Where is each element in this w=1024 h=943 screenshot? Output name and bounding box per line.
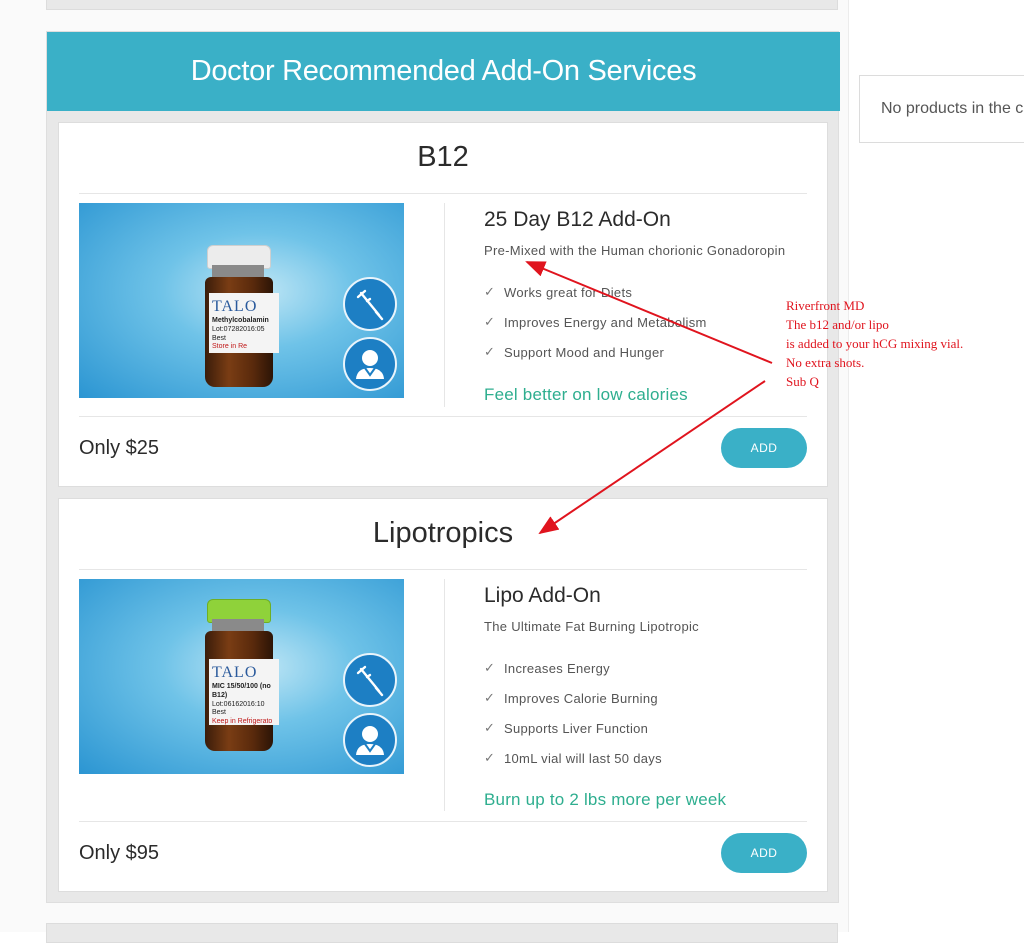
next-section-edge xyxy=(46,923,838,943)
add-on-services-section: Doctor Recommended Add-On Services B12 T… xyxy=(46,31,840,903)
cart-empty-message: No products in the cart. xyxy=(881,100,1024,117)
syringe-icon[interactable] xyxy=(343,653,397,707)
feature-item: ✓ Support Mood and Hunger xyxy=(484,344,665,360)
annotation-line: The b12 and/or lipo xyxy=(786,317,889,332)
annotation-line: No extra shots. xyxy=(786,355,865,370)
check-icon: ✓ xyxy=(484,660,496,675)
product-name: Lipo Add-On xyxy=(484,584,601,607)
vial-brand: TALO xyxy=(212,298,258,315)
product-price: Only $95 xyxy=(79,842,160,864)
vial-label: TALO Methylcobalamin Lot:07282016:05 Bes… xyxy=(209,293,279,353)
product-subtitle: The Ultimate Fat Burning Lipotropic xyxy=(484,619,699,634)
vertical-divider xyxy=(444,579,445,811)
check-icon: ✓ xyxy=(484,720,496,735)
syringe-icon[interactable] xyxy=(343,277,397,331)
feature-item: ✓ Supports Liver Function xyxy=(484,720,649,736)
product-tagline: Burn up to 2 lbs more per week xyxy=(484,790,727,809)
check-icon: ✓ xyxy=(484,314,496,329)
feature-item: ✓ Improves Energy and Metabolism xyxy=(484,314,707,330)
vertical-divider xyxy=(444,203,445,407)
doctor-icon[interactable] xyxy=(343,337,397,391)
section-title: Doctor Recommended Add-On Services xyxy=(47,32,840,111)
check-icon: ✓ xyxy=(484,284,496,299)
vial-label-line: Store in Re xyxy=(212,343,248,351)
product-name: 25 Day B12 Add-On xyxy=(484,208,671,231)
feature-item: ✓ Increases Energy xyxy=(484,660,610,676)
vial-label-line: Keep in Refrigerato xyxy=(212,718,273,725)
vial-label-line: Methylcobalamin xyxy=(212,317,269,324)
product-card-b12: B12 TALO Methylcobalamin Lot:07282016:05… xyxy=(58,122,828,487)
vial-brand: TALO xyxy=(212,664,258,681)
product-heading: B12 xyxy=(79,141,807,194)
feature-item: ✓ Works great for Diets xyxy=(484,284,633,300)
doctor-icon[interactable] xyxy=(343,713,397,767)
annotation-line: Riverfront MD xyxy=(786,298,865,313)
vial-label: TALO MIC 15/50/100 (no B12) Lot:06162016… xyxy=(209,659,279,725)
check-icon: ✓ xyxy=(484,344,496,359)
feature-list: ✓ Increases Energy ✓ Improves Calorie Burn… xyxy=(484,653,662,773)
add-lipotropics-button[interactable]: ADD xyxy=(721,833,807,873)
annotation-line: is added to your hCG mixing vial. xyxy=(786,336,964,351)
product-image: TALO Methylcobalamin Lot:07282016:05 Bes… xyxy=(79,203,404,398)
previous-section-edge xyxy=(46,0,838,10)
card-footer: Only $25 ADD xyxy=(79,416,807,487)
feature-list: ✓ Works great for Diets ✓ Improves Energy … xyxy=(484,277,707,367)
vial-label-line: Lot:07282016:05 Best xyxy=(212,325,265,342)
product-subtitle: Pre-Mixed with the Human chorionic Gonad… xyxy=(484,243,786,258)
card-footer: Only $95 ADD xyxy=(79,821,807,892)
feature-item: ✓ 10mL vial will last 50 days xyxy=(484,750,662,766)
annotation-note: Riverfront MD The b12 and/or lipo is add… xyxy=(786,296,963,391)
product-card-lipotropics: Lipotropics TALO MIC 15/50/100 (no B12) … xyxy=(58,498,828,892)
cart-widget: No products in the cart. xyxy=(859,75,1024,143)
vial-label-line: Lot:06162016:10 Best xyxy=(212,700,265,717)
annotation-line: Sub Q xyxy=(786,374,819,389)
feature-item: ✓ Improves Calorie Burning xyxy=(484,690,658,706)
add-b12-button[interactable]: ADD xyxy=(721,428,807,468)
vial-label-line: MIC 15/50/100 (no B12) xyxy=(212,683,271,699)
product-price: Only $25 xyxy=(79,437,160,459)
check-icon: ✓ xyxy=(484,690,496,705)
product-heading: Lipotropics xyxy=(79,517,807,570)
check-icon: ✓ xyxy=(484,750,496,765)
product-tagline: Feel better on low calories xyxy=(484,385,688,404)
product-image: TALO MIC 15/50/100 (no B12) Lot:06162016… xyxy=(79,579,404,774)
